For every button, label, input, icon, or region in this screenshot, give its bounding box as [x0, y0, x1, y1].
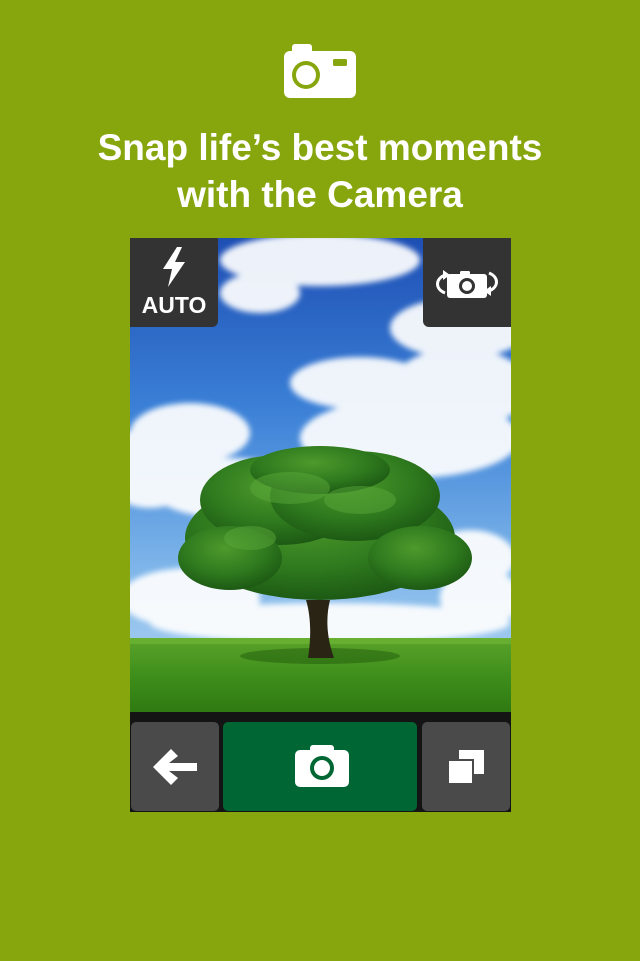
- camera-icon: [284, 44, 356, 98]
- lightning-icon: [163, 247, 185, 287]
- page-title: Snap life’s best moments with the Camera: [0, 124, 640, 218]
- flash-mode-label: AUTO: [141, 292, 207, 318]
- camera-switch-icon: [436, 270, 498, 298]
- camera-icon: [295, 745, 349, 787]
- headline-line-1: Snap life’s best moments: [97, 127, 543, 168]
- camera-controls-bar: [130, 712, 511, 812]
- gallery-button[interactable]: [422, 722, 510, 811]
- arrow-left-icon: [153, 749, 197, 785]
- camera-app-mockup: AUTO: [130, 238, 511, 812]
- stacked-squares-icon: [448, 750, 484, 784]
- shutter-button[interactable]: [223, 722, 417, 811]
- viewfinder: AUTO: [130, 238, 511, 712]
- back-button[interactable]: [131, 722, 219, 811]
- promo-screen: Snap life’s best moments with the Camera: [0, 0, 640, 961]
- flash-mode-button[interactable]: AUTO: [130, 238, 218, 327]
- switch-camera-button[interactable]: [423, 238, 511, 327]
- headline-line-2: with the Camera: [177, 174, 463, 215]
